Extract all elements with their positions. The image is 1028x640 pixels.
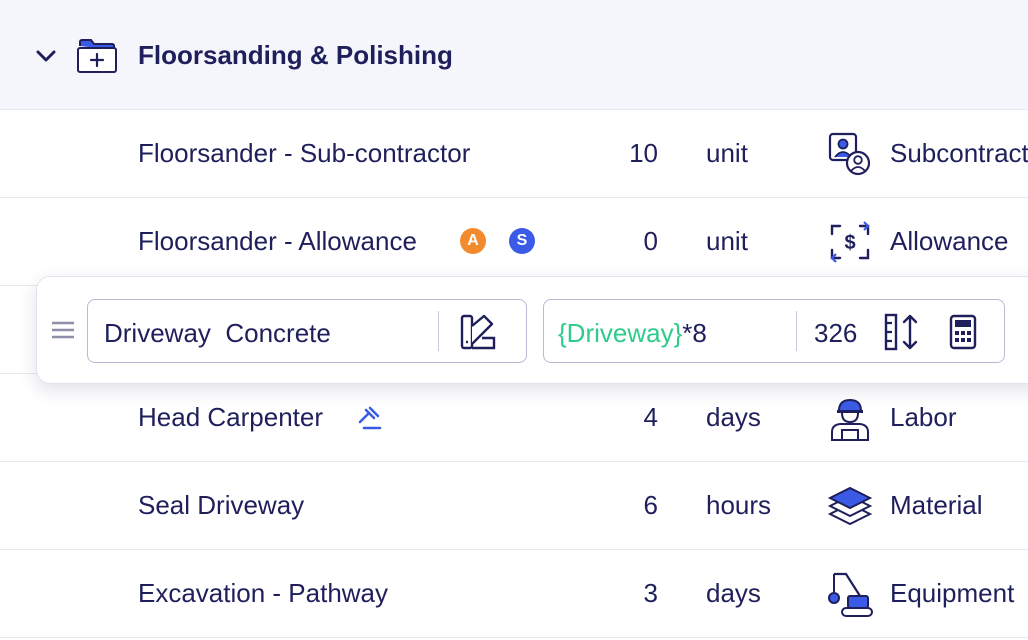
svg-text:$: $ [844, 232, 855, 254]
item-unit: hours [706, 490, 772, 520]
item-name: Floorsander - Allowance [138, 226, 417, 256]
item-quantity: 4 [643, 402, 658, 432]
item-type: Labor [890, 402, 957, 432]
item-name: Floorsander - Sub-contractor [138, 138, 471, 168]
group-title: Floorsanding & Polishing [138, 40, 453, 70]
item-type: Allowance [890, 226, 1009, 256]
allowance-badge: A [460, 228, 486, 254]
gavel-icon [358, 406, 382, 430]
item-unit: unit [706, 138, 748, 168]
drag-handle-icon[interactable] [51, 320, 75, 340]
table-row[interactable]: Excavation - Pathway 3 days Equipment [0, 550, 1028, 638]
quantity-formula-input[interactable]: {Driveway}*8 326 [543, 299, 1005, 363]
item-name-input[interactable]: Driveway Concrete [87, 299, 527, 363]
formula-operator: *8 [682, 318, 707, 348]
item-name: Seal Driveway [138, 490, 305, 520]
material-icon [827, 486, 873, 526]
subcontractor-icon [828, 132, 871, 176]
formula-variable: {Driveway} [558, 318, 683, 348]
item-quantity: 3 [643, 578, 658, 608]
item-name-value[interactable]: Driveway Concrete [104, 318, 331, 349]
item-name: Excavation - Pathway [138, 578, 389, 608]
item-unit: days [706, 578, 761, 608]
measure-icon[interactable] [884, 313, 920, 351]
item-quantity: 6 [643, 490, 658, 520]
swatch-icon[interactable] [458, 312, 498, 352]
table-row[interactable]: Floorsander - Allowance A S 0 unit $ All… [0, 198, 1028, 286]
item-type: Equipment [890, 578, 1015, 608]
item-name: Head Carpenter [138, 402, 323, 432]
labor-icon [831, 398, 869, 441]
item-type: Material [890, 490, 983, 520]
calculator-icon[interactable] [948, 314, 978, 350]
table-row[interactable]: Seal Driveway 6 hours Material [0, 462, 1028, 550]
subcontract-badge: S [509, 228, 535, 254]
field-divider [438, 311, 439, 351]
group-header[interactable]: Floorsanding & Polishing [0, 0, 1028, 110]
table-row[interactable]: Floorsander - Sub-contractor 10 unit Sub… [0, 110, 1028, 198]
formula-result: 326 [814, 318, 858, 348]
item-quantity: 10 [629, 138, 658, 168]
formula-text[interactable]: {Driveway}*8 [558, 318, 707, 349]
item-unit: days [706, 402, 761, 432]
item-type: Subcontractor [890, 138, 1028, 168]
chevron-down-icon[interactable] [34, 44, 58, 68]
edit-row-card[interactable]: Driveway Concrete {Driveway}*8 326 [36, 276, 1028, 384]
equipment-icon [828, 572, 873, 617]
allowance-icon: $ [830, 221, 870, 263]
field-divider [796, 311, 797, 351]
item-unit: unit [706, 226, 748, 256]
item-quantity: 0 [643, 226, 658, 256]
folder-add-icon [77, 39, 117, 73]
table-row[interactable]: Head Carpenter 4 days Labor [0, 374, 1028, 462]
